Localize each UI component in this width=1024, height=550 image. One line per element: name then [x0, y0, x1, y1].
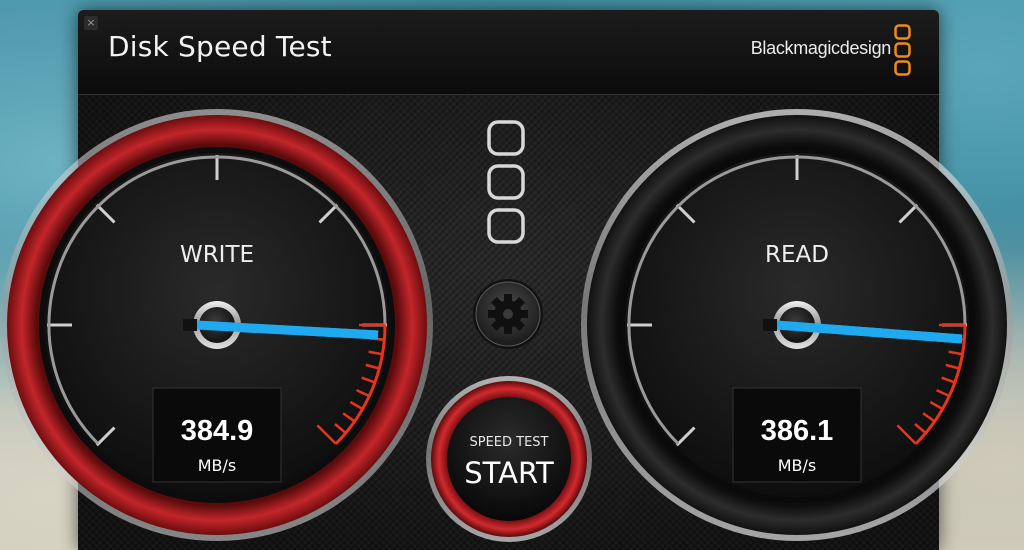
write-speed-value: 384.9	[181, 415, 254, 447]
read-gauge-label: READ	[765, 242, 829, 268]
start-button[interactable]: SPEED TEST START	[426, 376, 592, 542]
read-speed-value: 386.1	[761, 415, 834, 447]
three-stacked-rings-icon[interactable]	[487, 120, 525, 244]
read-speed-unit: MB/s	[778, 456, 817, 475]
read-gauge: READ 386.1 MB/s	[581, 109, 1013, 541]
start-button-label: START	[464, 456, 554, 490]
gauge-stage: WRITE 384.9 MB/s READ 386.1 MB/s SPEED T…	[1, 109, 1013, 542]
settings-button[interactable]	[473, 279, 543, 349]
write-needle-counterweight	[183, 319, 197, 331]
write-gauge: WRITE 384.9 MB/s	[1, 109, 433, 541]
write-speed-unit: MB/s	[198, 456, 237, 475]
read-needle-counterweight	[763, 319, 777, 331]
start-button-subtitle: SPEED TEST	[469, 435, 548, 450]
write-gauge-label: WRITE	[180, 242, 254, 268]
